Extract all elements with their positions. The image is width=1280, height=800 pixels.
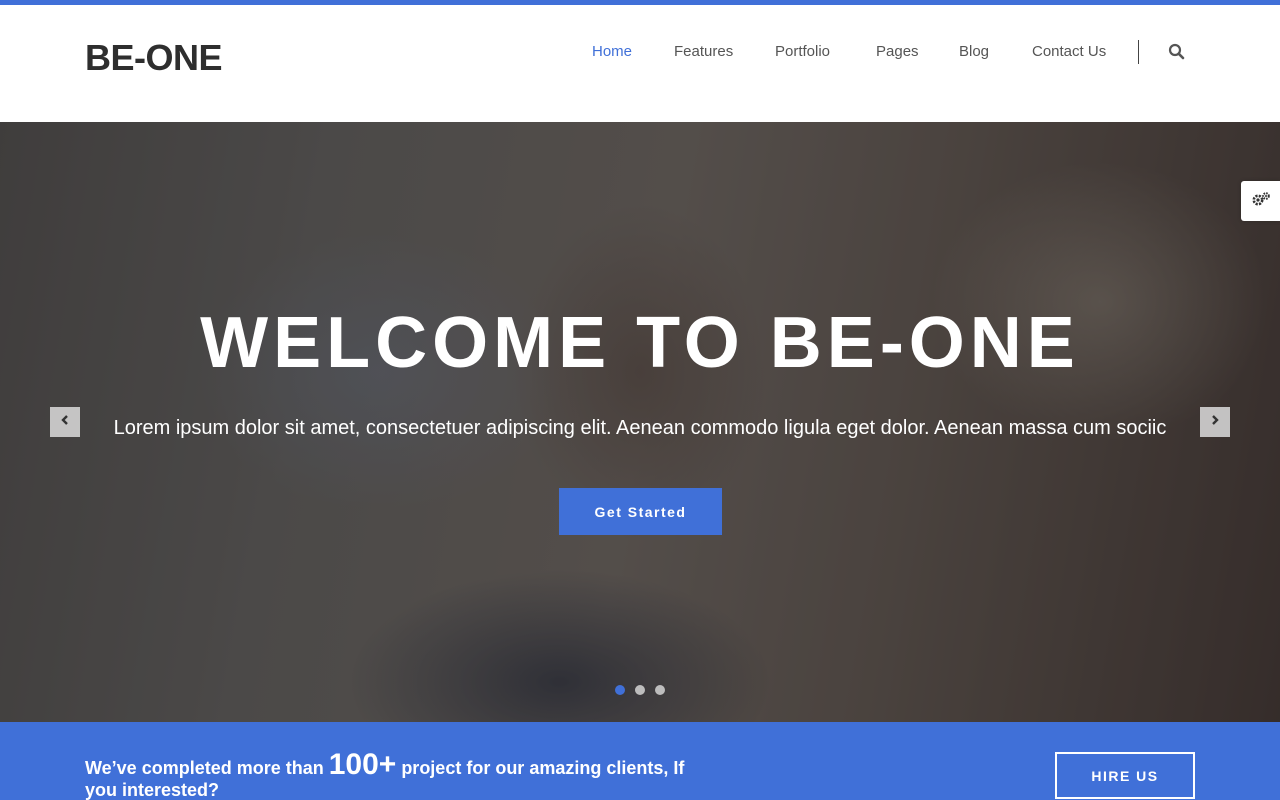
nav-item-blog[interactable]: Blog: [959, 43, 989, 60]
cta-text: We’ve completed more than 100+ project f…: [85, 750, 705, 800]
style-switcher-toggle[interactable]: [1241, 181, 1280, 221]
nav-divider: [1138, 40, 1139, 64]
hero-title: WELCOME TO BE-ONE: [200, 303, 1080, 383]
site-logo[interactable]: BE-ONE: [85, 37, 223, 79]
hero-slider: WELCOME TO BE-ONE Lorem ipsum dolor sit …: [0, 122, 1280, 722]
slider-dot[interactable]: [655, 685, 665, 695]
nav-item-portfolio[interactable]: Portfolio: [775, 43, 830, 60]
cta-highlight-count: 100+: [328, 748, 397, 781]
nav-item-home[interactable]: Home: [592, 43, 632, 60]
nav-item-features[interactable]: Features: [674, 43, 733, 60]
search-icon[interactable]: [1168, 43, 1186, 61]
slider-prev-button[interactable]: [50, 407, 80, 437]
chevron-left-icon: [60, 413, 70, 431]
site-header: BE-ONE Home Features Portfolio Pages Blo…: [0, 5, 1280, 122]
nav-item-contact-us[interactable]: Contact Us: [1032, 43, 1106, 60]
cta-text-before: We’ve completed more than: [85, 758, 329, 778]
nav-item-pages[interactable]: Pages: [876, 43, 919, 60]
hero-subtitle: Lorem ipsum dolor sit amet, consectetuer…: [113, 417, 1167, 439]
hire-us-button[interactable]: HIRE US: [1055, 752, 1195, 799]
slider-dot[interactable]: [635, 685, 645, 695]
get-started-button[interactable]: Get Started: [559, 488, 722, 535]
gears-icon: [1251, 191, 1271, 212]
chevron-right-icon: [1210, 413, 1220, 431]
slider-dot[interactable]: [615, 685, 625, 695]
cta-band: We’ve completed more than 100+ project f…: [0, 722, 1280, 800]
slider-next-button[interactable]: [1200, 407, 1230, 437]
